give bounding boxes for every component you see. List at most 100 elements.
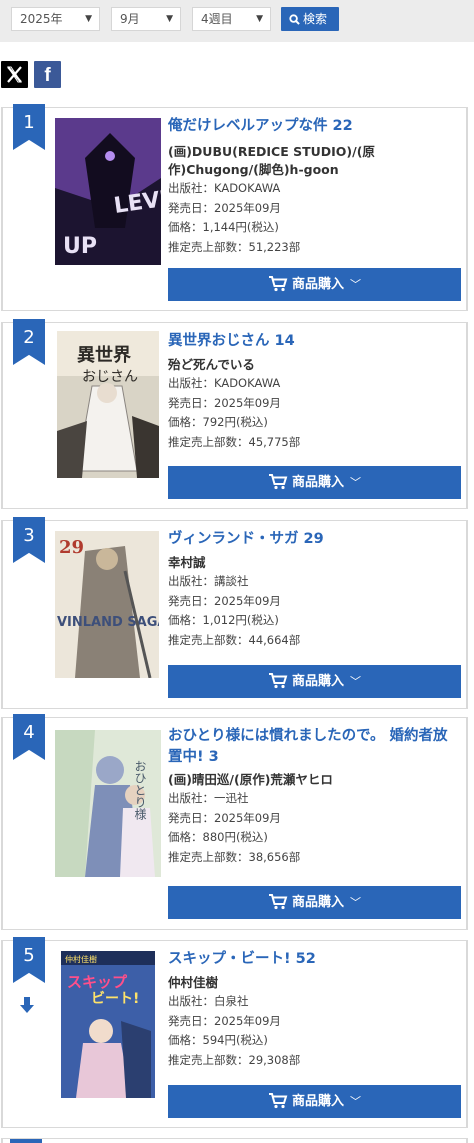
book-cover-image[interactable]: 29 VINLAND SAGA (55, 531, 159, 678)
book-cover-image[interactable]: LEVEL UP (55, 118, 161, 265)
week-select-value: 4週目 (201, 12, 233, 26)
chevron-down-icon: ▼ (166, 14, 173, 24)
book-cover-image[interactable]: おひとり様 (55, 730, 161, 877)
svg-text:ビート!: ビート! (91, 991, 139, 1007)
chevron-down-icon: ﹀ (350, 278, 361, 291)
price-row: 価格：792円(税込) (168, 415, 268, 429)
search-button[interactable]: 検索 (281, 7, 339, 31)
item-info: ヴィンランド・サガ 29 幸村誠 出版社：講談社 発売日：2025年09月 価格… (168, 529, 458, 650)
buy-button[interactable]: 商品購入 ﹀ (168, 466, 461, 499)
buy-button[interactable]: 商品購入 ﹀ (168, 1085, 461, 1118)
publisher-row: 出版社：講談社 (168, 574, 249, 588)
publisher-value: 講談社 (214, 574, 249, 588)
sales-row: 推定売上部数：45,775部 (168, 434, 301, 449)
price-value: 1,012円(税込) (202, 613, 279, 627)
release-row: 発売日：2025年09月 (168, 395, 281, 410)
cart-icon (268, 474, 288, 490)
ranking-item: 5 仲村佳樹 スキップ ビート! スキップ・ビート! 52 仲村佳樹 出版社：白… (1, 937, 468, 1128)
sales-row: 推定売上部数：38,656部 (168, 849, 301, 864)
price-row: 価格：1,012円(税込) (168, 613, 279, 627)
rank-badge: 1 (13, 104, 45, 150)
buy-button-label: 商品購入 (291, 475, 344, 490)
svg-text:VINLAND SAGA: VINLAND SAGA (57, 615, 159, 630)
item-info: 俺だけレベルアップな件 22 (画)DUBU(REDICE STUDIO)/(原… (168, 116, 458, 257)
svg-text:UP: UP (63, 234, 97, 259)
buy-button[interactable]: 商品購入 ﹀ (168, 268, 461, 301)
facebook-share-icon[interactable]: f (34, 61, 61, 88)
release-row: 発売日：2025年09月 (168, 1013, 281, 1028)
ranking-item: 3 29 VINLAND SAGA ヴィンランド・サガ 29 幸村誠 出版社：講… (1, 517, 468, 709)
buy-button[interactable]: 商品購入 ﹀ (168, 886, 461, 919)
rank-badge: 3 (13, 517, 45, 563)
rank-badge: 2 (13, 319, 45, 365)
release-row: 発売日：2025年09月 (168, 810, 281, 825)
buy-button-label: 商品購入 (291, 895, 344, 910)
svg-text:仲村佳樹: 仲村佳樹 (65, 954, 97, 964)
sales-value: 29,308部 (248, 1052, 301, 1067)
chevron-down-icon: ﹀ (350, 675, 361, 688)
book-cover-image[interactable]: 異世界 おじさん (57, 331, 159, 478)
release-row: 発売日：2025年09月 (168, 593, 281, 608)
svg-text:異世界: 異世界 (77, 345, 131, 366)
release-row: 発売日：2025年09月 (168, 200, 281, 215)
release-value: 2025年09月 (214, 593, 281, 608)
week-select[interactable]: 4週目 ▼ (192, 7, 271, 31)
book-author: (画)晴田巡/(原作)荒瀬ヤヒロ (168, 772, 333, 787)
book-author: (画)DUBU(REDICE STUDIO)/(原作)Chugong/(脚色)h… (168, 144, 375, 177)
rank-badge: 5 (13, 937, 45, 983)
book-title-link[interactable]: ヴィンランド・サガ 29 (168, 529, 458, 550)
sales-value: 38,656部 (248, 849, 301, 864)
publisher-value: KADOKAWA (214, 181, 281, 195)
month-select[interactable]: 9月 ▼ (111, 7, 181, 31)
sales-value: 44,664部 (248, 632, 301, 647)
ranking-item-partial (1, 1138, 468, 1143)
buy-button-label: 商品購入 (291, 1094, 344, 1109)
publisher-row: 出版社：KADOKAWA (168, 181, 281, 195)
year-select[interactable]: 2025年 ▼ (11, 7, 100, 31)
item-info: スキップ・ビート! 52 仲村佳樹 出版社：白泉社 発売日：2025年09月 価… (168, 949, 458, 1070)
price-row: 価格：594円(税込) (168, 1033, 268, 1047)
price-row: 価格：880円(税込) (168, 830, 268, 844)
price-value: 880円(税込) (202, 830, 268, 844)
rank-badge: 4 (13, 714, 45, 760)
release-value: 2025年09月 (214, 200, 281, 215)
cart-icon (268, 1093, 288, 1109)
book-author: 殆ど死んでいる (168, 357, 255, 372)
release-value: 2025年09月 (214, 1013, 281, 1028)
book-title-link[interactable]: スキップ・ビート! 52 (168, 949, 458, 970)
cart-icon (268, 673, 288, 689)
book-title-link[interactable]: 俺だけレベルアップな件 22 (168, 116, 458, 137)
book-title-link[interactable]: おひとり様には慣れましたので。 婚約者放置中! 3 (168, 726, 458, 768)
sales-value: 51,223部 (248, 239, 301, 254)
publisher-value: 一迅社 (214, 791, 249, 805)
x-share-icon[interactable] (1, 61, 28, 88)
sales-row: 推定売上部数：51,223部 (168, 239, 301, 254)
book-author: 仲村佳樹 (168, 975, 219, 990)
svg-text:スキップ: スキップ (67, 973, 128, 991)
search-icon (289, 14, 300, 25)
chevron-down-icon: ﹀ (350, 476, 361, 489)
publisher-row: 出版社：KADOKAWA (168, 376, 281, 390)
publisher-value: KADOKAWA (214, 376, 281, 390)
item-info: おひとり様には慣れましたので。 婚約者放置中! 3 (画)晴田巡/(原作)荒瀬ヤ… (168, 726, 458, 867)
book-title-link[interactable]: 異世界おじさん 14 (168, 331, 458, 352)
book-cover-image[interactable]: 仲村佳樹 スキップ ビート! (61, 951, 155, 1098)
chevron-down-icon: ▼ (85, 14, 92, 24)
buy-button[interactable]: 商品購入 ﹀ (168, 665, 461, 698)
svg-text:29: 29 (59, 537, 84, 558)
publisher-row: 出版社：一迅社 (168, 791, 249, 805)
item-info: 異世界おじさん 14 殆ど死んでいる 出版社：KADOKAWA 発売日：2025… (168, 331, 458, 452)
release-value: 2025年09月 (214, 810, 281, 825)
cart-icon (268, 894, 288, 910)
buy-button-label: 商品購入 (291, 277, 344, 292)
filter-bar: 2025年 ▼ 9月 ▼ 4週目 ▼ 検索 (0, 0, 474, 42)
publisher-value: 白泉社 (214, 994, 249, 1008)
chevron-down-icon: ﹀ (350, 1095, 361, 1108)
release-value: 2025年09月 (214, 395, 281, 410)
price-value: 1,144円(税込) (202, 220, 279, 234)
rank-badge-partial (10, 1139, 42, 1143)
price-value: 594円(税込) (202, 1033, 268, 1047)
ranking-item: 4 おひとり様 おひとり様には慣れましたので。 婚約者放置中! 3 (画)晴田巡… (1, 714, 468, 930)
search-button-label: 検索 (303, 12, 328, 26)
svg-text:おじさん: おじさん (82, 369, 138, 385)
